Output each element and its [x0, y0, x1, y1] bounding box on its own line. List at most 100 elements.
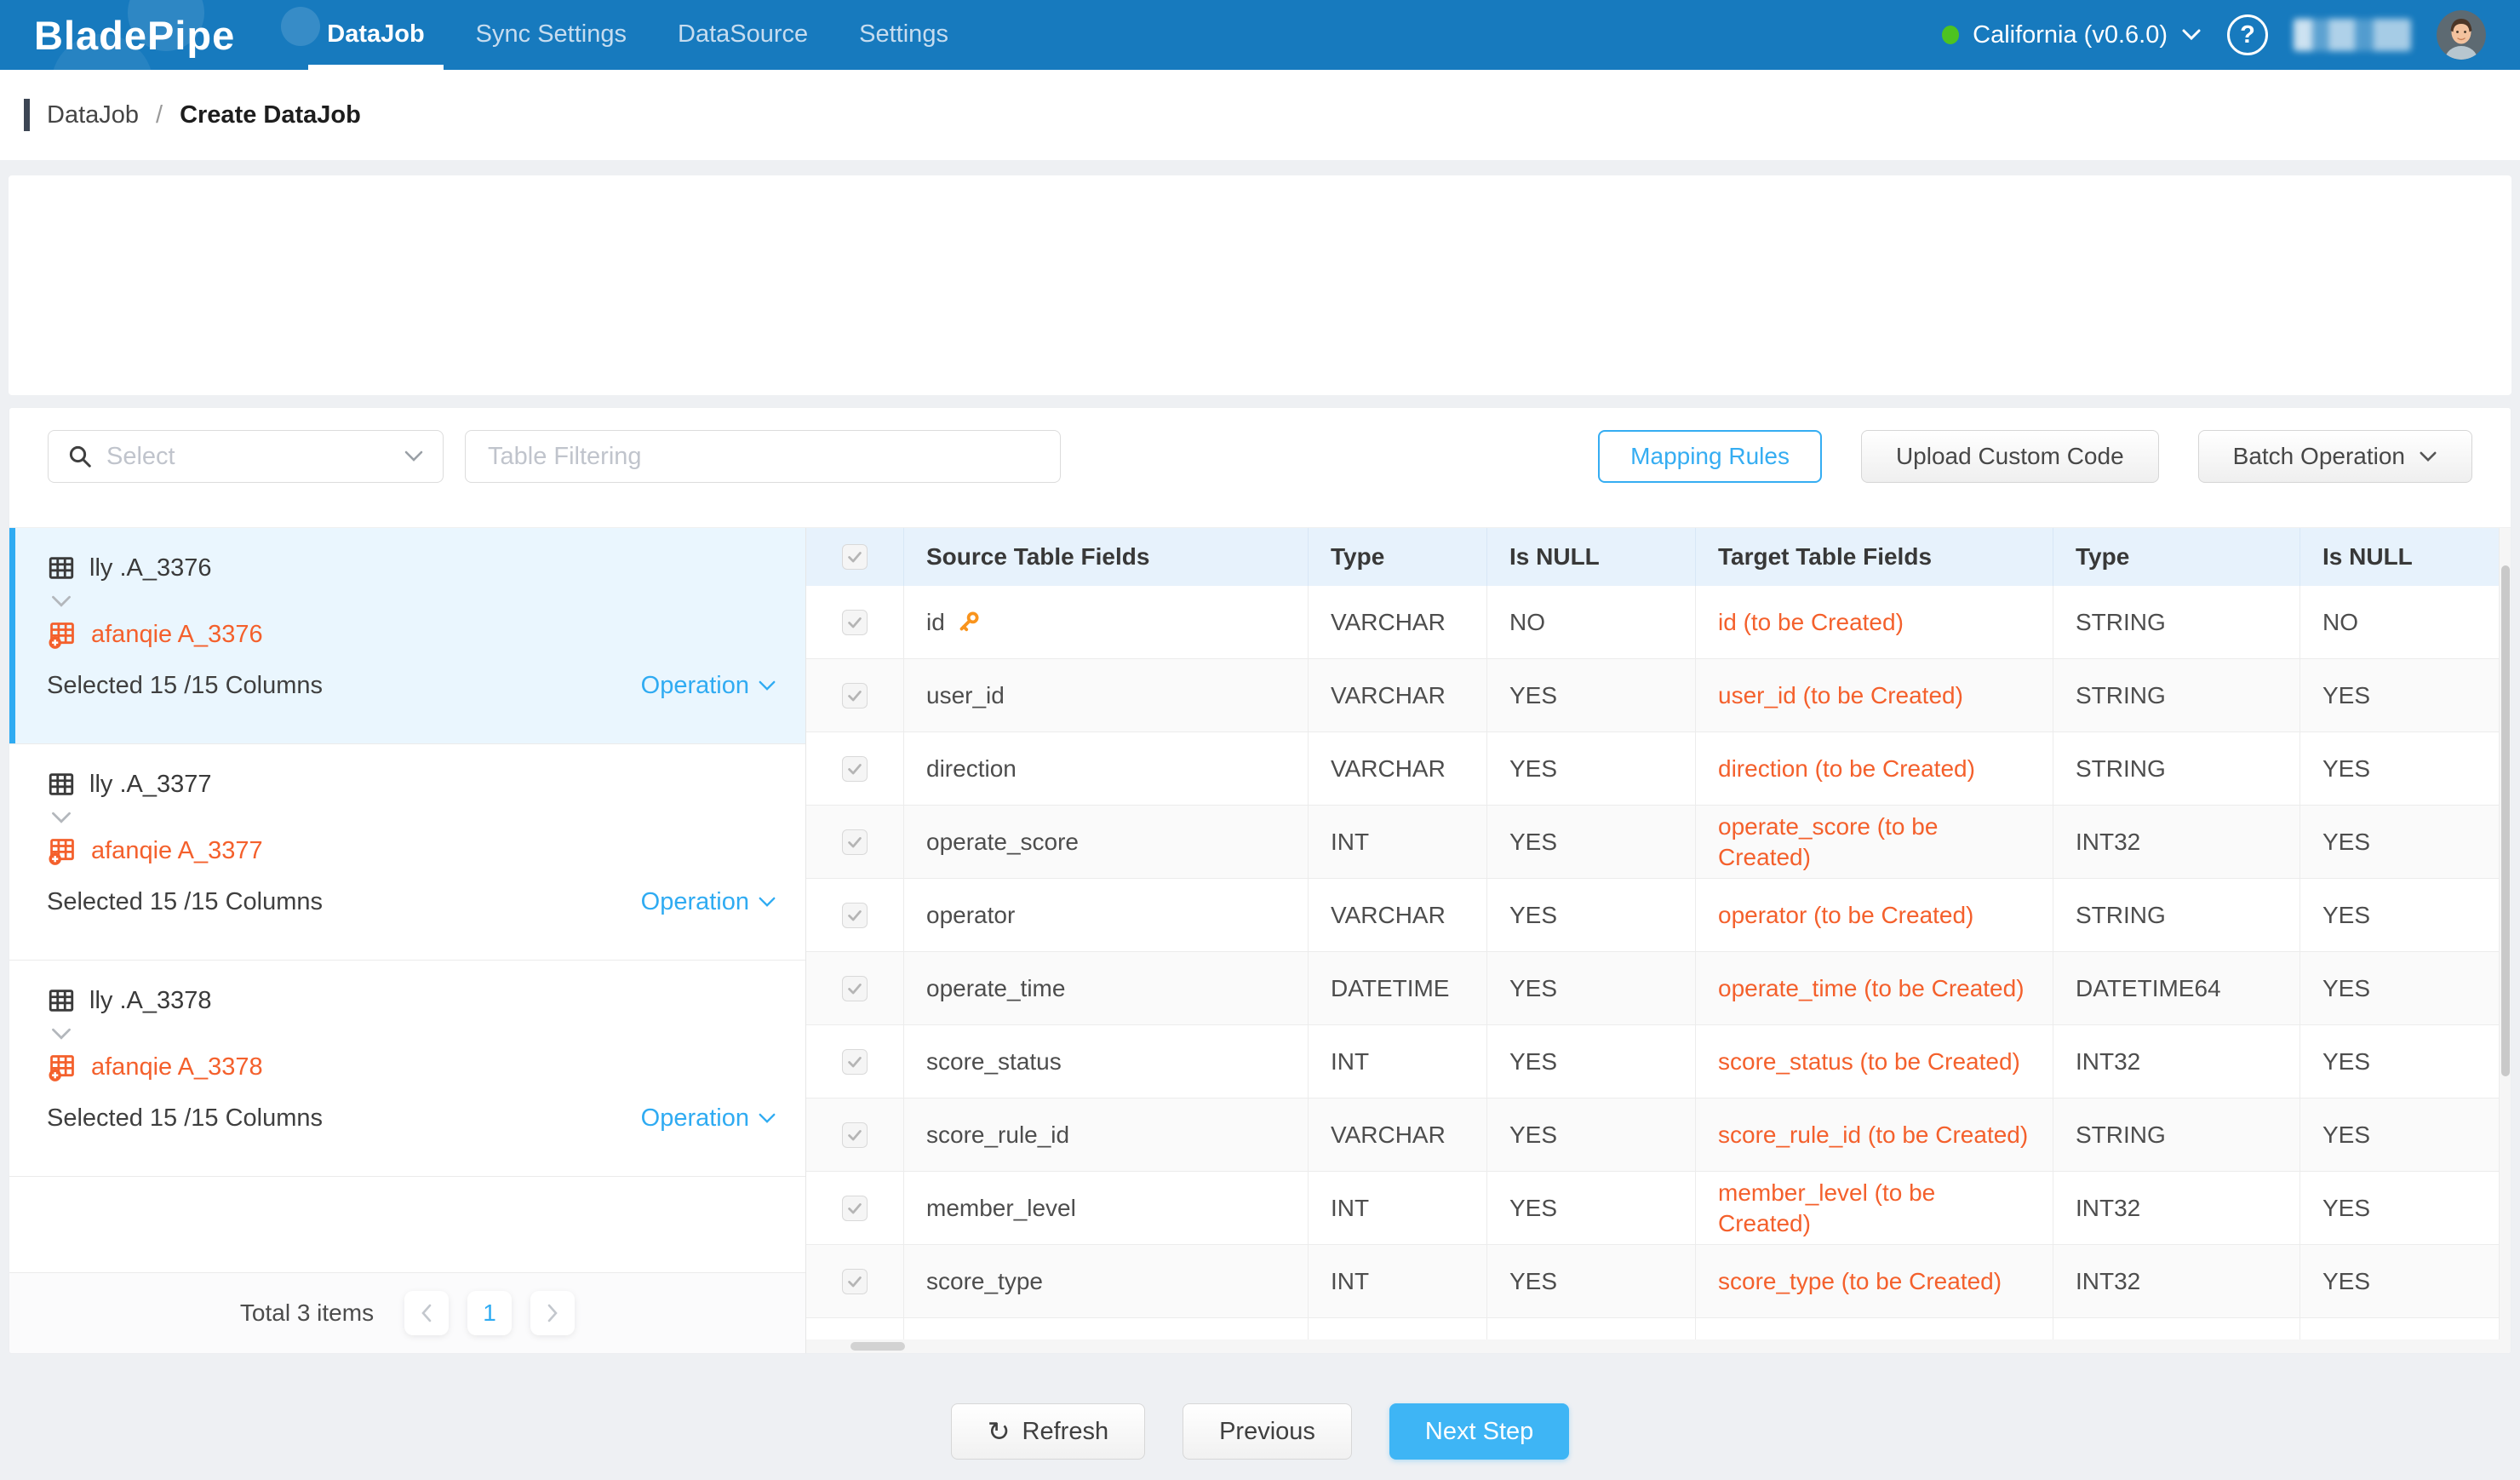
target-type-cell: INT32	[2053, 1172, 2300, 1244]
row-checkbox[interactable]	[842, 1049, 868, 1075]
table-pair-item[interactable]: lly .A_3378 afanqie A_3378 Selected 15 /…	[9, 961, 805, 1177]
target-type-cell: INT32	[2053, 1025, 2300, 1098]
source-table-icon	[47, 554, 76, 582]
check-icon	[845, 548, 864, 566]
row-checkbox[interactable]	[842, 1122, 868, 1148]
row-checkbox-cell	[806, 1099, 903, 1171]
source-type-cell: DATETIME	[1308, 952, 1486, 1024]
table-filtering-input[interactable]	[465, 430, 1061, 483]
target-type-cell: STRING	[2053, 732, 2300, 805]
breadcrumb-accent-bar	[24, 99, 30, 131]
header-checkbox-cell	[806, 528, 903, 586]
field-mapping-row: id VARCHAR NO id (to be Created) STRING …	[806, 586, 2499, 659]
help-icon[interactable]: ?	[2227, 14, 2268, 55]
source-field-name: operate_score	[926, 827, 1079, 858]
chevron-down-icon	[50, 594, 72, 609]
row-checkbox-cell	[806, 806, 903, 878]
next-page-button[interactable]	[530, 1291, 575, 1335]
source-field-cell: user_id	[903, 659, 1308, 731]
row-checkbox[interactable]	[842, 976, 868, 1001]
expand-chevron-icon[interactable]	[50, 811, 776, 825]
target-table-name: afanqie A_3376	[91, 621, 263, 649]
vertical-scrollbar-thumb[interactable]	[2501, 565, 2510, 1076]
page-title: Create DataJob	[180, 101, 361, 129]
refresh-button[interactable]: ↻ Refresh	[951, 1403, 1145, 1460]
environment-selector[interactable]: California (v0.6.0)	[1942, 21, 2202, 49]
source-type-cell: VARCHAR	[1308, 586, 1486, 658]
row-checkbox[interactable]	[842, 610, 868, 635]
field-mapping-table: Source Table Fields Type Is NULL Target …	[806, 528, 2511, 1353]
col-header-source-isnull: Is NULL	[1486, 528, 1695, 586]
page-number-button[interactable]: 1	[467, 1291, 512, 1335]
check-icon	[845, 1126, 864, 1144]
row-checkbox[interactable]	[842, 756, 868, 782]
horizontal-scrollbar-thumb[interactable]	[850, 1342, 905, 1351]
status-dot-icon	[1942, 26, 1959, 44]
upload-custom-code-button[interactable]: Upload Custom Code	[1861, 430, 2159, 483]
source-isnull-cell: YES	[1486, 1025, 1695, 1098]
row-checkbox-cell	[806, 586, 903, 658]
selected-columns-label: Selected 15 /15 Columns	[47, 672, 323, 700]
operation-link[interactable]: Operation	[641, 888, 776, 916]
target-field-cell: score_status (to be Created)	[1695, 1025, 2053, 1098]
target-field-cell: user_id (to be Created)	[1695, 659, 2053, 731]
row-checkbox[interactable]	[842, 829, 868, 855]
target-field-cell: operate_score (to be Created)	[1695, 806, 2053, 878]
table-header-row: Source Table Fields Type Is NULL Target …	[806, 528, 2499, 586]
operation-link[interactable]: Operation	[641, 672, 776, 700]
source-isnull-cell: YES	[1486, 879, 1695, 951]
target-isnull-cell: YES	[2300, 879, 2499, 951]
chevron-down-icon	[50, 811, 72, 825]
chevron-left-icon	[420, 1303, 433, 1323]
nav-right-cluster: California (v0.6.0) ?	[1942, 10, 2486, 60]
table-pair-item[interactable]: lly .A_3376 afanqie A_3376 Selected 15 /…	[9, 528, 805, 744]
target-isnull-cell: YES	[2300, 1172, 2499, 1244]
source-type-cell: VARCHAR	[1308, 1099, 1486, 1171]
batch-operation-button[interactable]: Batch Operation	[2198, 430, 2472, 483]
source-isnull-cell: YES	[1486, 1099, 1695, 1171]
check-icon	[845, 613, 864, 632]
mapping-rules-button[interactable]: Mapping Rules	[1598, 430, 1822, 483]
field-mapping-row: score_type INT YES score_type (to be Cre…	[806, 1245, 2499, 1318]
check-icon	[845, 979, 864, 998]
next-step-button[interactable]: Next Step	[1389, 1403, 1569, 1460]
field-mapping-row: score_rule_id VARCHAR YES score_rule_id …	[806, 1099, 2499, 1172]
source-field-cell: direction	[903, 732, 1308, 805]
row-checkbox-cell	[806, 1172, 903, 1244]
col-header-target-fields: Target Table Fields	[1695, 528, 2053, 586]
expand-chevron-icon[interactable]	[50, 1027, 776, 1041]
previous-button[interactable]: Previous	[1183, 1403, 1352, 1460]
source-field-name: score_type	[926, 1266, 1043, 1297]
source-isnull-cell: YES	[1486, 806, 1695, 878]
table-pair-item[interactable]: lly .A_3377 afanqie A_3377 Selected 15 /…	[9, 744, 805, 961]
operation-link[interactable]: Operation	[641, 1104, 776, 1133]
target-field-cell: operator (to be Created)	[1695, 879, 2053, 951]
app-logo[interactable]: BladePipe	[34, 12, 235, 59]
row-checkbox[interactable]	[842, 1196, 868, 1221]
top-nav: BladePipe DataJob Sync Settings DataSour…	[0, 0, 2520, 70]
target-isnull-cell: YES	[2300, 1245, 2499, 1317]
nav-tab-datajob[interactable]: DataJob	[301, 0, 450, 70]
row-checkbox[interactable]	[842, 1269, 868, 1294]
target-isnull-cell: YES	[2300, 1025, 2499, 1098]
chevron-down-icon	[2181, 28, 2202, 42]
chevron-down-icon	[758, 680, 776, 692]
row-checkbox[interactable]	[842, 903, 868, 928]
nav-tab-settings[interactable]: Settings	[833, 0, 974, 70]
row-checkbox-cell	[806, 1245, 903, 1317]
row-checkbox[interactable]	[842, 683, 868, 708]
check-icon	[845, 1272, 864, 1291]
row-checkbox[interactable]	[842, 544, 868, 570]
source-field-cell: score_type	[903, 1245, 1308, 1317]
pagination-bar: Total 3 items 1	[9, 1272, 805, 1353]
table-select-dropdown[interactable]: Select	[48, 430, 444, 483]
nav-tab-sync-settings[interactable]: Sync Settings	[450, 0, 652, 70]
expand-chevron-icon[interactable]	[50, 594, 776, 609]
target-table-name: afanqie A_3377	[91, 837, 263, 865]
nav-tab-datasource[interactable]: DataSource	[652, 0, 833, 70]
target-field-cell: operate_time (to be Created)	[1695, 952, 2053, 1024]
breadcrumb-item-datajob[interactable]: DataJob	[47, 101, 139, 129]
prev-page-button[interactable]	[404, 1291, 449, 1335]
source-table-icon	[47, 770, 76, 799]
avatar[interactable]	[2437, 10, 2486, 60]
